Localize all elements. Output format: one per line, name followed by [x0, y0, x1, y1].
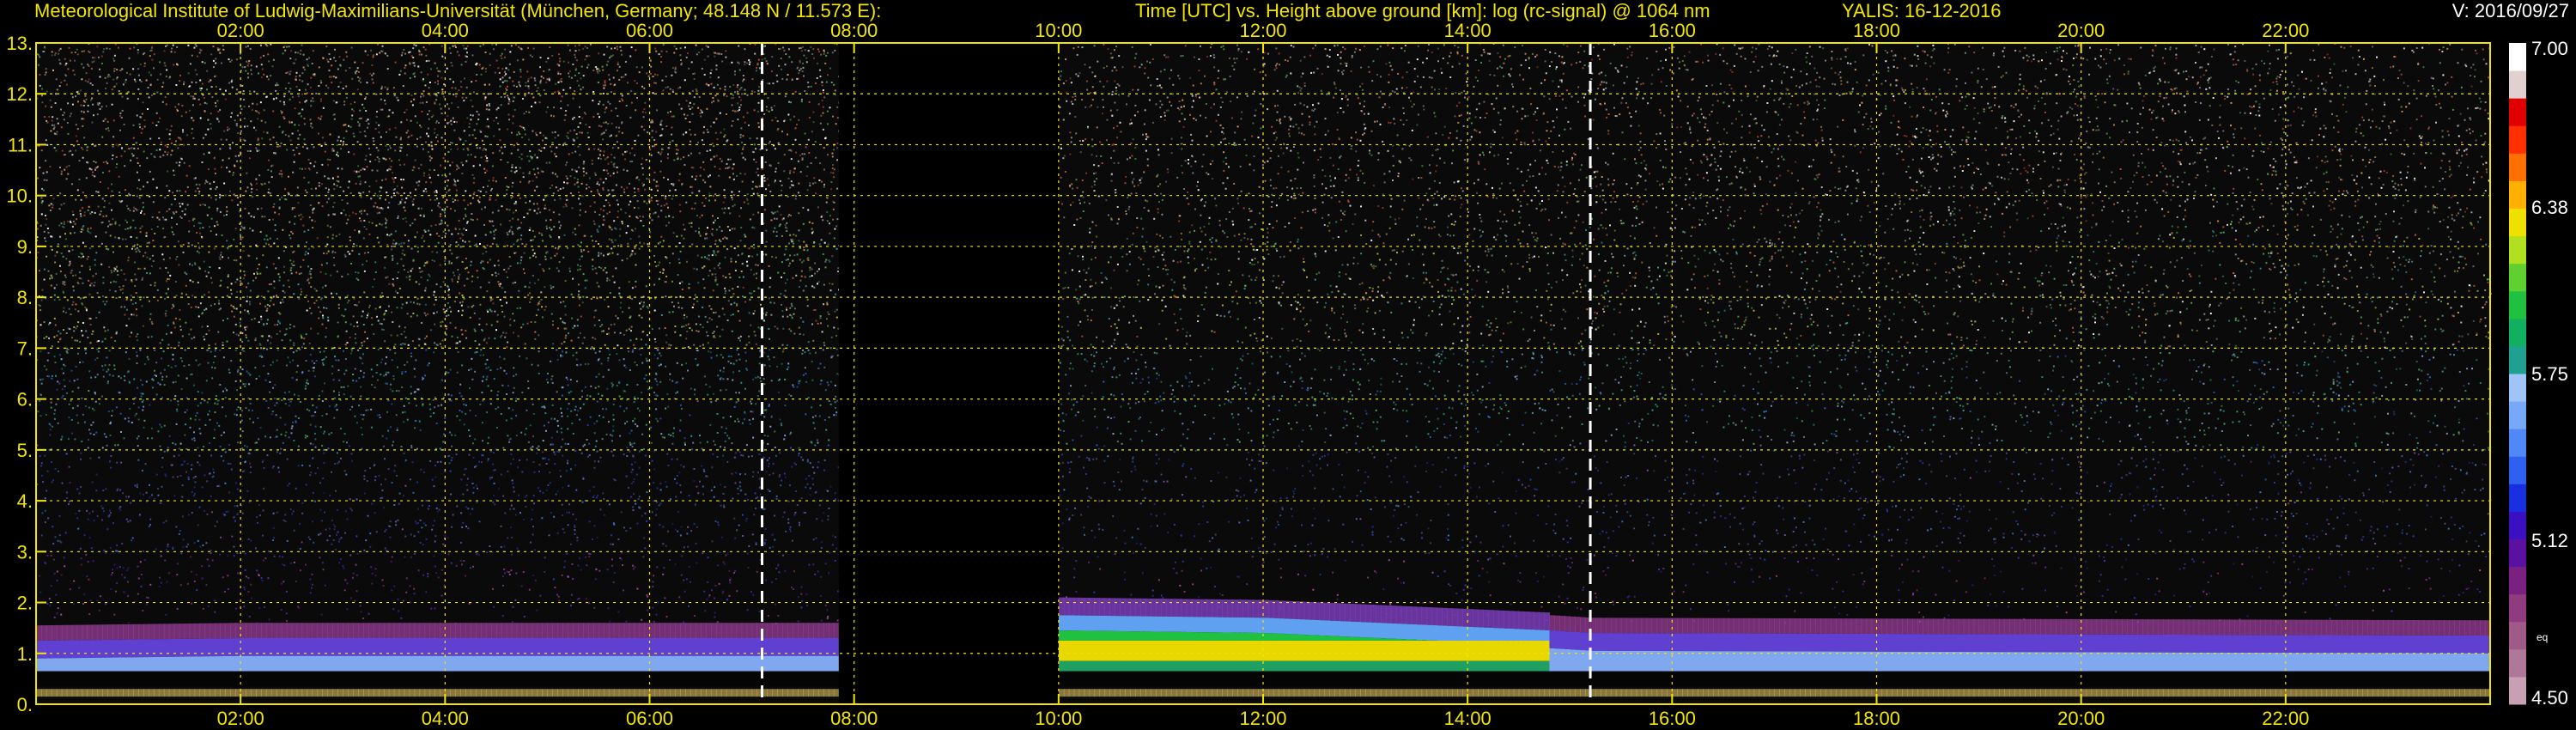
y-tick-label: 2. [17, 593, 33, 614]
colorbar-swatch [2509, 594, 2526, 623]
colorbar-swatch [2509, 98, 2526, 126]
colorbar-swatch [2509, 649, 2526, 678]
x-bottom-tick-label: 10:00 [1035, 708, 1082, 729]
x-top-tick-label: 08:00 [830, 20, 878, 41]
x-top-tick-label: 12:00 [1239, 20, 1286, 41]
colorbar-swatch [2509, 346, 2526, 374]
x-bottom-tick-label: 14:00 [1444, 708, 1492, 729]
colorbar-label: 7.00 [2531, 38, 2568, 59]
colorbar-swatch [2509, 539, 2526, 568]
colorbar-swatch [2509, 401, 2526, 429]
colorbar-swatch [2509, 567, 2526, 595]
x-bottom-tick-label: 12:00 [1239, 708, 1286, 729]
y-tick-label: 3. [17, 541, 33, 563]
colorbar-swatch [2509, 209, 2526, 237]
x-top-tick-label: 14:00 [1444, 20, 1492, 41]
x-top-tick-label: 06:00 [626, 20, 673, 41]
y-tick-label: 9. [17, 236, 33, 258]
y-tick-label: 5. [17, 440, 33, 461]
y-tick-label: 8. [17, 287, 33, 308]
colorbar-swatch [2509, 43, 2526, 71]
colorbar-swatch [2509, 622, 2526, 650]
colorbar-swatch [2509, 319, 2526, 347]
y-tick-label: 6. [17, 389, 33, 411]
y-tick-label: 4. [17, 490, 33, 512]
y-tick-label: 7. [17, 338, 33, 359]
x-top-tick-label: 16:00 [1649, 20, 1696, 41]
colorbar-swatch [2509, 677, 2526, 705]
x-top-tick-label: 02:00 [217, 20, 264, 41]
colorbar-label: 5.12 [2531, 530, 2568, 551]
colorbar-swatch [2509, 291, 2526, 319]
colorbar: 7.00 6.38 5.75 5.12 4.50 eq [2509, 38, 2568, 709]
y-tick-label: 0. [17, 694, 33, 715]
colorbar-swatch [2509, 456, 2526, 484]
colorbar-swatch [2509, 70, 2526, 99]
colorbar-swatch [2509, 236, 2526, 265]
colorbar-swatch [2509, 374, 2526, 402]
x-top-tick-label: 20:00 [2057, 20, 2105, 41]
colorbar-swatch [2509, 484, 2526, 512]
no-data-region [839, 43, 1059, 704]
colorbar-label: 4.50 [2531, 687, 2568, 709]
x-top-tick-label: 22:00 [2262, 20, 2309, 41]
colorbar-label: 6.38 [2531, 197, 2568, 218]
x-top-tick-label: 18:00 [1853, 20, 1900, 41]
x-bottom-tick-label: 02:00 [217, 708, 264, 729]
y-tick-label: 1. [17, 643, 33, 665]
colorbar-label: 5.75 [2531, 363, 2568, 385]
colorbar-swatch [2509, 264, 2526, 292]
x-top-tick-label: 10:00 [1035, 20, 1082, 41]
colorbar-swatch [2509, 125, 2526, 154]
x-bottom-tick-label: 08:00 [830, 708, 878, 729]
x-bottom-tick-label: 04:00 [422, 708, 469, 729]
colorbar-swatch [2509, 511, 2526, 539]
y-tick-label: 10. [6, 186, 33, 207]
colorbar-swatch [2509, 180, 2526, 209]
no-data-block [839, 43, 1059, 704]
x-top-tick-label: 04:00 [422, 20, 469, 41]
x-bottom-tick-label: 20:00 [2057, 708, 2105, 729]
y-tick-label: 11. [8, 134, 33, 155]
lidar-chart: 0. 1. 2. 3. 4. 5. 6. 7. 8. 9. 10. 11. 12. 13. 02:00 04… [0, 0, 2576, 730]
x-bottom-tick-label: 06:00 [626, 708, 673, 729]
colorbar-swatch [2509, 153, 2526, 181]
x-bottom-tick-label: 18:00 [1853, 708, 1900, 729]
y-tick-label: 12. [6, 83, 33, 105]
x-bottom-tick-label: 16:00 [1649, 708, 1696, 729]
x-bottom-tick-label: 22:00 [2262, 708, 2309, 729]
y-tick-label: 13. [6, 33, 33, 54]
colorbar-swatch [2509, 429, 2526, 457]
colorbar-small-label: eq [2537, 631, 2548, 643]
